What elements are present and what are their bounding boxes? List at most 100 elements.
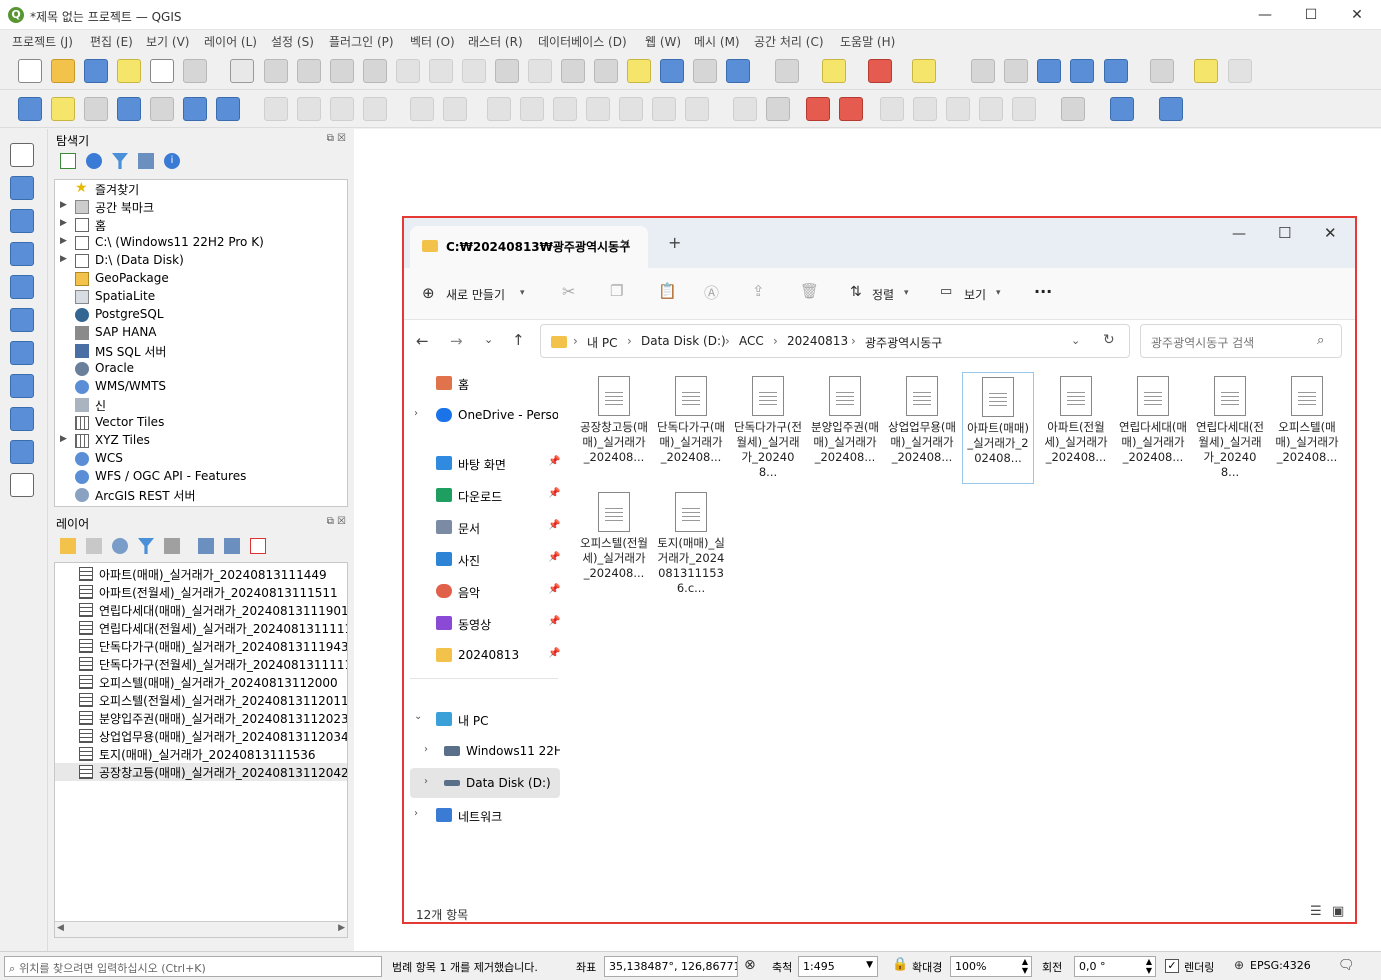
label-properties-icon[interactable] <box>1012 97 1036 121</box>
forward-arrow-icon[interactable]: → <box>450 332 463 350</box>
nav-item-documents[interactable]: 문서 📌 <box>410 512 560 542</box>
help-contents-icon[interactable] <box>1159 97 1183 121</box>
layer-item[interactable]: 토지(매매)_실거래가_20240813111536 <box>55 745 347 763</box>
file-item[interactable]: 단독다가구(전월세)_실거래가_202408... <box>732 372 804 484</box>
file-item[interactable]: 공장창고등(매매)_실거래가_202408... <box>578 372 650 484</box>
new-print-layout-icon[interactable] <box>117 59 141 83</box>
edit-current-icon[interactable] <box>264 97 288 121</box>
pan-hand-icon[interactable] <box>230 59 254 83</box>
collapse-all-icon[interactable] <box>138 153 154 169</box>
save-project-icon[interactable] <box>84 59 108 83</box>
browser-item[interactable]: MS SQL 서버 <box>55 342 347 360</box>
pin-icon[interactable]: 📌 <box>548 520 560 531</box>
rename-icon[interactable]: Ⓐ <box>704 282 719 303</box>
new-project-icon[interactable] <box>18 59 42 83</box>
nav-item-windows-drive[interactable]: ›Windows11 22H2 <box>410 736 560 766</box>
file-item-focused[interactable]: 아파트(매매)_실거래가_202408... <box>962 372 1034 484</box>
remove-layer-icon[interactable] <box>250 538 266 554</box>
browser-item[interactable]: GeoPackage <box>55 270 347 288</box>
add-wms-layer-icon[interactable] <box>10 374 34 398</box>
redo-icon[interactable] <box>685 97 709 121</box>
minimize-icon[interactable]: — <box>1232 226 1246 242</box>
add-wfs-layer-icon[interactable] <box>10 440 34 464</box>
browser-item[interactable]: WMS/WMTS <box>55 378 347 396</box>
select-location-icon[interactable] <box>912 59 936 83</box>
nav-item-data-disk-selected[interactable]: › Data Disk (D:) <box>410 768 560 798</box>
add-postgis-layer-icon[interactable] <box>10 341 34 365</box>
browser-item[interactable]: WCS <box>55 450 347 468</box>
data-source-manager-icon[interactable] <box>18 97 42 121</box>
maximize-icon[interactable]: ☐ <box>1278 224 1291 242</box>
expand-arrow-icon[interactable]: ▶ <box>60 200 67 210</box>
copy-features-icon[interactable] <box>586 97 610 121</box>
add-mesh-layer-icon[interactable] <box>10 209 34 233</box>
layer-item[interactable]: 오피스텔(매매)_실거래가_20240813112000 <box>55 673 347 691</box>
horizontal-scrollbar[interactable]: ◀ ▶ <box>55 921 347 937</box>
move-label-icon[interactable] <box>880 97 904 121</box>
cut-features-icon[interactable] <box>553 97 577 121</box>
expand-all-icon[interactable] <box>198 538 214 554</box>
add-feature-icon[interactable] <box>410 97 434 121</box>
paste-icon[interactable]: 📋 <box>658 282 677 300</box>
add-vector-layer-icon[interactable] <box>10 143 34 167</box>
layer-item-selected[interactable]: 공장창고등(매매)_실거래가_20240813112042 <box>55 763 347 781</box>
add-wcs-layer-icon[interactable] <box>10 407 34 431</box>
minimize-icon[interactable]: — <box>1250 5 1280 25</box>
layer-labeling-icon[interactable] <box>766 97 790 121</box>
vertex-tool-icon[interactable] <box>443 97 467 121</box>
expand-arrow-icon[interactable]: ▶ <box>60 218 67 228</box>
menu-web[interactable]: 웹 (W) <box>645 33 681 50</box>
sort-button[interactable]: ⇅ 정렬 ▾ <box>850 284 920 304</box>
locator-icon[interactable] <box>1228 59 1252 83</box>
menu-view[interactable]: 보기 (V) <box>146 33 189 50</box>
file-item[interactable]: 토지(매매)_실거래가_20240813111536.c... <box>655 488 727 600</box>
expand-arrow-icon[interactable]: ▶ <box>60 434 67 444</box>
pan-to-selection-icon[interactable] <box>264 59 288 83</box>
browser-item[interactable]: PostgreSQL <box>55 306 347 324</box>
filter-icon[interactable] <box>112 153 128 169</box>
breadcrumb-data-disk[interactable]: Data Disk (D:) <box>641 334 726 348</box>
change-label-icon[interactable] <box>946 97 970 121</box>
map-tips-icon[interactable] <box>1194 59 1218 83</box>
add-wms-layer-icon[interactable] <box>216 97 240 121</box>
add-selected-layers-icon[interactable] <box>60 153 76 169</box>
chevron-down-icon[interactable]: ⌄ <box>414 711 422 722</box>
browser-item[interactable]: ▶ 공간 북마크 <box>55 198 347 216</box>
breadcrumb-current[interactable]: 광주광역시동구 <box>865 334 942 351</box>
delete-icon[interactable]: 🗑 <box>800 282 819 300</box>
lock-scale-icon[interactable]: 🔒 <box>892 957 908 972</box>
modify-attributes-icon[interactable] <box>487 97 511 121</box>
breadcrumb-my-pc[interactable]: 내 PC <box>587 334 617 351</box>
nav-item-desktop[interactable]: 바탕 화면 📌 <box>410 448 560 478</box>
new-map-view-icon[interactable] <box>561 59 585 83</box>
panel-float-close-icon[interactable]: ⧉ ☒ <box>327 516 346 527</box>
open-project-icon[interactable] <box>51 59 75 83</box>
menu-vector[interactable]: 벡터 (O) <box>410 33 455 50</box>
browser-item[interactable]: SAP HANA <box>55 324 347 342</box>
add-vector-layer-icon[interactable] <box>84 97 108 121</box>
plugin-globe-icon[interactable] <box>1061 97 1085 121</box>
layout-manager-icon[interactable] <box>150 59 174 83</box>
refresh-icon[interactable] <box>86 153 102 169</box>
address-bar[interactable]: › 내 PC › Data Disk (D:) › ACC › 20240813… <box>540 324 1130 358</box>
menu-database[interactable]: 데이터베이스 (D) <box>538 33 627 50</box>
locator-input[interactable]: ⌕ 위치를 찾으려면 입력하십시오 (Ctrl+K) <box>4 956 382 977</box>
digitize-icon[interactable] <box>363 97 387 121</box>
layer-item[interactable]: 단독다가구(전월세)_실거래가_20240813111119 <box>55 655 347 673</box>
up-arrow-icon[interactable]: ↑ <box>512 331 525 349</box>
zoom-last-icon[interactable] <box>495 59 519 83</box>
nav-item-pictures[interactable]: 사진 📌 <box>410 544 560 574</box>
file-item[interactable]: 오피스텔(전월세)_실거래가_202408... <box>578 488 650 600</box>
file-item[interactable]: 연립다세대(전월세)_실거래가_202408... <box>1194 372 1266 484</box>
select-features-icon[interactable] <box>775 59 799 83</box>
temporal-controller-icon[interactable] <box>693 59 717 83</box>
layer-item[interactable]: 분양입주권(매매)_실거래가_20240813112023 <box>55 709 347 727</box>
close-icon[interactable]: ✕ <box>1342 5 1372 25</box>
chevron-down-icon[interactable]: ⌄ <box>1071 334 1080 347</box>
panel-float-close-icon[interactable]: ⧉ ☒ <box>327 133 346 144</box>
add-virtual-layer-icon[interactable] <box>10 473 34 497</box>
file-item[interactable]: 연립다세대(매매)_실거래가_202408... <box>1117 372 1189 484</box>
label-tool-icon[interactable] <box>733 97 757 121</box>
file-item[interactable]: 단독다가구(매매)_실거래가_202408... <box>655 372 727 484</box>
expand-arrow-icon[interactable]: ▶ <box>60 236 67 246</box>
